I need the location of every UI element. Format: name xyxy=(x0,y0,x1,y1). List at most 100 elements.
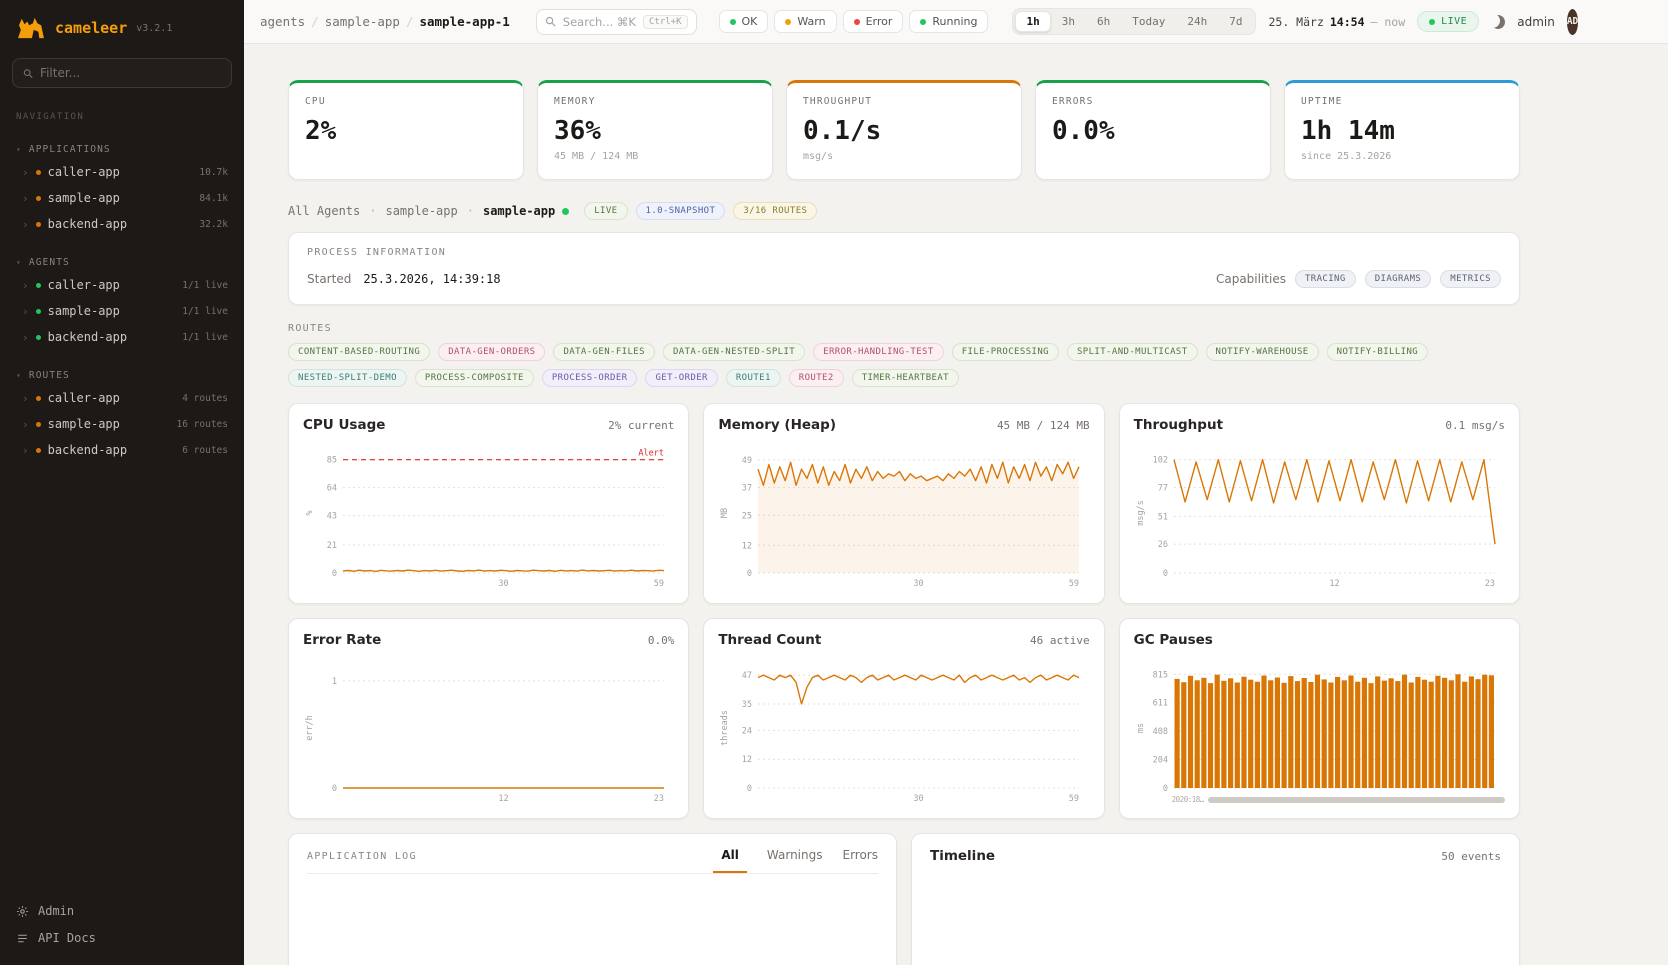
breadcrumb-sample-app[interactable]: sample-app xyxy=(325,14,400,29)
svg-text:85: 85 xyxy=(327,456,337,466)
time-range-today[interactable]: Today xyxy=(1121,11,1176,32)
gc-xaxis-label-smear[interactable] xyxy=(1208,797,1505,803)
capability-badge-tracing: TRACING xyxy=(1295,270,1356,288)
sidebar-item-label: sample-app xyxy=(48,191,120,205)
timeline-card: Timeline 50 events xyxy=(911,833,1520,965)
chart-value: 46 active xyxy=(1030,634,1090,647)
status-dot xyxy=(36,196,41,201)
avatar[interactable]: AD xyxy=(1567,9,1578,35)
sidebar-item-api-docs[interactable]: API Docs xyxy=(16,931,228,945)
agent-crumb-sample-app[interactable]: sample-app xyxy=(385,204,457,218)
capability-badge-metrics: METRICS xyxy=(1440,270,1501,288)
route-badge-route2[interactable]: ROUTE2 xyxy=(789,369,844,387)
status-dot xyxy=(36,335,41,340)
time-range-1h[interactable]: 1h xyxy=(1015,11,1050,32)
sidebar-item-applications-sample-app[interactable]: ›sample-app84.1k xyxy=(0,185,244,211)
log-tab-errors[interactable]: Errors xyxy=(842,848,878,873)
route-badge-process-composite[interactable]: PROCESS-COMPOSITE xyxy=(415,369,534,387)
sidebar-item-agents-backend-app[interactable]: ›backend-app1/1 live xyxy=(0,324,244,350)
svg-text:23: 23 xyxy=(1484,579,1494,589)
chevron-right-icon: › xyxy=(22,306,29,317)
now-label: — now xyxy=(1371,15,1406,29)
search-box[interactable]: Search... ⌘K Ctrl+K xyxy=(536,9,697,35)
breadcrumb-sample-app-1[interactable]: sample-app-1 xyxy=(419,14,509,29)
route-badge-data-gen-files[interactable]: DATA-GEN-FILES xyxy=(553,343,654,361)
stat-value: 36% xyxy=(554,116,756,146)
stat-sub: msg/s xyxy=(803,151,1005,162)
svg-text:12: 12 xyxy=(498,794,508,804)
svg-text:0: 0 xyxy=(747,569,752,579)
search-shortcut: Ctrl+K xyxy=(643,15,688,29)
breadcrumb: agents/sample-app/sample-app-1 xyxy=(260,14,510,29)
timeline-events-count: 50 events xyxy=(1441,850,1501,863)
route-badge-route1[interactable]: ROUTE1 xyxy=(726,369,781,387)
log-tab-warnings[interactable]: Warnings xyxy=(767,848,823,873)
crumb-separator: · xyxy=(467,204,474,218)
date-range-display[interactable]: 25. März 14:54 — now xyxy=(1268,15,1405,29)
time-range-3h[interactable]: 3h xyxy=(1051,11,1086,32)
live-indicator[interactable]: LIVE xyxy=(1417,11,1479,32)
route-badge-content-based-routing[interactable]: CONTENT-BASED-ROUTING xyxy=(288,343,430,361)
route-badge-data-gen-orders[interactable]: DATA-GEN-ORDERS xyxy=(438,343,545,361)
sidebar-group-agents[interactable]: ▾AGENTS xyxy=(0,251,244,272)
sidebar-item-applications-backend-app[interactable]: ›backend-app32.2k xyxy=(0,211,244,237)
sidebar-filter[interactable] xyxy=(12,58,232,88)
sidebar-item-agents-caller-app[interactable]: ›caller-app1/1 live xyxy=(0,272,244,298)
stat-sub: since 25.3.2026 xyxy=(1301,151,1503,162)
time-range-6h[interactable]: 6h xyxy=(1086,11,1121,32)
throughput-chart-card: Throughput 0.1 msg/s 0265177102msg/s1223 xyxy=(1119,403,1520,604)
stat-card-memory: MEMORY 36% 45 MB / 124 MB xyxy=(537,80,773,180)
sidebar-item-applications-caller-app[interactable]: ›caller-app10.7k xyxy=(0,159,244,185)
status-filter-warn[interactable]: Warn xyxy=(774,10,836,33)
status-dot xyxy=(854,19,860,25)
logo-row[interactable]: cameleer v3.2.1 xyxy=(0,0,244,54)
sidebar-item-routes-backend-app[interactable]: ›backend-app6 routes xyxy=(0,437,244,463)
route-badge-split-and-multicast[interactable]: SPLIT-AND-MULTICAST xyxy=(1067,343,1198,361)
navigation-label: NAVIGATION xyxy=(0,102,244,124)
api-docs-label: API Docs xyxy=(38,931,96,945)
timeline-title: Timeline xyxy=(930,848,995,864)
svg-text:0: 0 xyxy=(1163,569,1168,579)
status-filter-ok[interactable]: OK xyxy=(719,10,769,33)
route-badge-file-processing[interactable]: FILE-PROCESSING xyxy=(952,343,1059,361)
route-badge-notify-billing[interactable]: NOTIFY-BILLING xyxy=(1327,343,1428,361)
agent-badges: LIVE1.0-SNAPSHOT3/16 ROUTES xyxy=(584,202,817,220)
agent-crumb-all-agents[interactable]: All Agents xyxy=(288,204,360,218)
route-badge-timer-heartbeat[interactable]: TIMER-HEARTBEAT xyxy=(852,369,959,387)
sidebar-item-routes-caller-app[interactable]: ›caller-app4 routes xyxy=(0,385,244,411)
sidebar-item-admin[interactable]: Admin xyxy=(16,904,228,918)
stat-card-cpu: CPU 2% xyxy=(288,80,524,180)
dark-mode-toggle[interactable] xyxy=(1491,9,1505,35)
time-range-24h[interactable]: 24h xyxy=(1176,11,1218,32)
svg-text:59: 59 xyxy=(1069,794,1079,804)
route-badge-nested-split-demo[interactable]: NESTED-SPLIT-DEMO xyxy=(288,369,407,387)
svg-text:21: 21 xyxy=(327,541,337,551)
status-filter-running[interactable]: Running xyxy=(909,10,988,33)
application-log-card: APPLICATION LOG AllWarningsErrors xyxy=(288,833,897,965)
svg-text:0: 0 xyxy=(332,784,337,794)
thread-count-chart: 012243547threads3059 xyxy=(718,654,1089,808)
route-badge-process-order[interactable]: PROCESS-ORDER xyxy=(542,369,638,387)
route-badge-get-order[interactable]: GET-ORDER xyxy=(645,369,717,387)
svg-text:51: 51 xyxy=(1157,512,1167,522)
process-information-row: Started 25.3.2026, 14:39:18 Capabilities… xyxy=(307,270,1501,288)
stat-value: 0.0% xyxy=(1052,116,1254,146)
agent-crumb-sample-app[interactable]: sample-app xyxy=(483,204,555,218)
process-information-title: PROCESS INFORMATION xyxy=(307,247,1501,258)
sidebar-item-routes-sample-app[interactable]: ›sample-app16 routes xyxy=(0,411,244,437)
sidebar-group-applications[interactable]: ▾APPLICATIONS xyxy=(0,138,244,159)
time-range-7d[interactable]: 7d xyxy=(1218,11,1253,32)
route-badge-notify-warehouse[interactable]: NOTIFY-WAREHOUSE xyxy=(1206,343,1319,361)
sidebar-item-badge: 10.7k xyxy=(199,167,228,178)
filter-input[interactable] xyxy=(40,66,221,80)
time-label: 14:54 xyxy=(1330,15,1365,29)
route-badge-data-gen-nested-split[interactable]: DATA-GEN-NESTED-SPLIT xyxy=(663,343,805,361)
sidebar-group-routes[interactable]: ▾ROUTES xyxy=(0,364,244,385)
chevron-right-icon: › xyxy=(22,280,29,291)
sidebar-item-agents-sample-app[interactable]: ›sample-app1/1 live xyxy=(0,298,244,324)
status-filter-error[interactable]: Error xyxy=(843,10,904,33)
route-badge-error-handling-test[interactable]: ERROR-HANDLING-TEST xyxy=(813,343,944,361)
breadcrumb-agents[interactable]: agents xyxy=(260,14,305,29)
log-tab-all[interactable]: All xyxy=(713,848,747,873)
svg-text:30: 30 xyxy=(498,579,508,589)
